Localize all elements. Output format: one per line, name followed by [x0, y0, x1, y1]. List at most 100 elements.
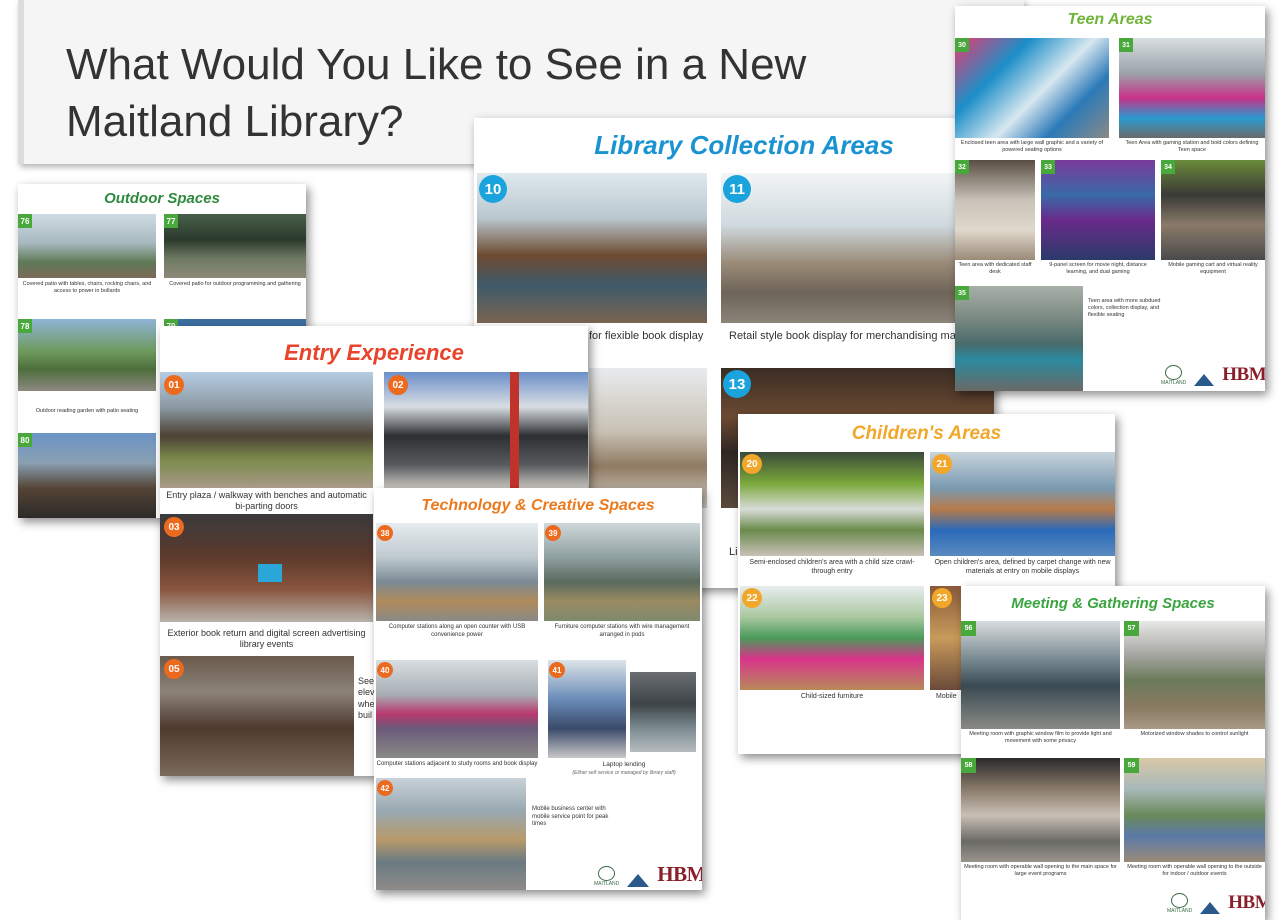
- children-photo-20: [740, 452, 924, 556]
- teen-photo-35: [955, 286, 1083, 391]
- teen-title: Teen Areas: [1067, 11, 1153, 28]
- outdoor-title: Outdoor Spaces: [104, 190, 220, 207]
- teen-badge-30: 30: [955, 38, 969, 52]
- teen-photo-34: [1161, 160, 1265, 260]
- children-photo-21: [930, 452, 1115, 556]
- outdoor-caption-76: Covered patio with tables, chairs, rocki…: [22, 281, 152, 294]
- collection-badge-10: 10: [479, 175, 507, 203]
- teen-photo-31: [1119, 38, 1265, 138]
- teen-logo: MAITLAND HBM: [1161, 364, 1265, 386]
- tech-badge-40: 40: [377, 662, 393, 678]
- tech-caption-38: Computer stations along an open counter …: [388, 624, 526, 638]
- outdoor-photo-77: [164, 214, 306, 278]
- teen-caption-30: Enclosed teen area with large wall graph…: [960, 140, 1104, 153]
- teen-caption-34: Mobile gaming cart and virtual reality e…: [1168, 262, 1258, 275]
- maitland-logo: MAITLAND: [1161, 365, 1186, 386]
- hbm-mountain-icon: [1200, 902, 1221, 914]
- tech-badge-41: 41: [549, 662, 565, 678]
- maitland-logo: MAITLAND: [1167, 893, 1192, 914]
- meeting-badge-58: 58: [961, 758, 976, 773]
- tech-badge-42: 42: [377, 780, 393, 796]
- tech-subcaption-41: (Either self service or managed by libra…: [572, 770, 676, 776]
- teen-badge-33: 33: [1041, 160, 1055, 174]
- collection-badge-11: 11: [723, 175, 751, 203]
- outdoor-badge-78: 78: [18, 319, 32, 333]
- teen-caption-35: Teen area with more subdued colors, coll…: [1088, 298, 1161, 318]
- entry-photo-02: [384, 372, 588, 488]
- teen-badge-31: 31: [1119, 38, 1133, 52]
- children-caption-21: Open children's area, defined by carpet …: [934, 559, 1111, 575]
- maitland-logo: MAITLAND: [594, 866, 619, 887]
- entry-badge-02: 02: [388, 375, 408, 395]
- tech-photo-42: [376, 778, 526, 890]
- meeting-caption-58: Meeting room with operable wall opening …: [964, 864, 1117, 877]
- hbm-logo: HBM: [1228, 892, 1265, 913]
- children-caption-20: Semi-enclosed children's area with a chi…: [749, 559, 915, 575]
- teen-areas-slide: Teen Areas 30 Enclosed teen area with la…: [955, 6, 1265, 391]
- collection-title: Library Collection Areas: [594, 130, 894, 160]
- entry-photo-01: [160, 372, 373, 488]
- meeting-photo-56: [961, 621, 1120, 729]
- meeting-caption-59: Meeting room with operable wall opening …: [1127, 864, 1262, 877]
- collection-photo-10: [477, 173, 707, 323]
- entry-badge-03: 03: [164, 517, 184, 537]
- tech-badge-38: 38: [377, 525, 393, 541]
- entry-screen: [258, 564, 282, 582]
- teen-photo-32: [955, 160, 1035, 260]
- outdoor-badge-77: 77: [164, 214, 178, 228]
- entry-badge-05: 05: [164, 659, 184, 679]
- meeting-caption-56: Meeting room with graphic window film to…: [969, 731, 1112, 744]
- tech-badge-39: 39: [545, 525, 561, 541]
- tech-caption-41: Laptop lending: [602, 761, 646, 768]
- collection-photo-11: [721, 173, 994, 323]
- tech-logo: MAITLAND HBM: [594, 862, 702, 887]
- tech-photo-41b: [630, 672, 696, 752]
- meeting-photo-58: [961, 758, 1120, 862]
- collection-caption-10: for flexible book display: [589, 330, 704, 342]
- teen-badge-34: 34: [1161, 160, 1175, 174]
- meeting-caption-57: Motorized window shades to control sunli…: [1140, 731, 1249, 737]
- intro-title-line2: Maitland Library?: [66, 97, 404, 146]
- meeting-spaces-slide: Meeting & Gathering Spaces 56 Meeting ro…: [961, 586, 1265, 920]
- tech-photo-39: [544, 523, 700, 621]
- meeting-logo: MAITLAND HBM: [1167, 892, 1265, 914]
- tech-caption-42: Mobile business center with mobile servi…: [532, 806, 609, 827]
- meeting-title: Meeting & Gathering Spaces: [1011, 595, 1215, 612]
- teen-caption-33: 9-panel screen for movie night, distance…: [1049, 262, 1147, 275]
- entry-title: Entry Experience: [284, 340, 464, 365]
- meeting-badge-57: 57: [1124, 621, 1139, 636]
- children-badge-20: 20: [742, 454, 762, 474]
- teen-photo-30: [955, 38, 1109, 138]
- children-title: Children's Areas: [851, 423, 1002, 444]
- tech-spaces-slide: Technology & Creative Spaces 38 Computer…: [374, 488, 702, 890]
- teen-photo-33: [1041, 160, 1155, 260]
- entry-badge-01: 01: [164, 375, 184, 395]
- outdoor-caption-77: Covered patio for outdoor programming an…: [169, 281, 301, 287]
- children-badge-22: 22: [742, 588, 762, 608]
- hbm-mountain-icon: [627, 874, 650, 887]
- meeting-photo-57: [1124, 621, 1265, 729]
- tech-title: Technology & Creative Spaces: [421, 497, 655, 514]
- children-photo-22: [740, 586, 924, 690]
- hbm-logo: HBM: [1222, 364, 1265, 385]
- entry-caption-03: Exterior book return and digital screen …: [167, 628, 366, 650]
- outdoor-badge-80: 80: [18, 433, 32, 447]
- meeting-badge-56: 56: [961, 621, 976, 636]
- tech-photo-38: [376, 523, 538, 621]
- outdoor-photo-76: [18, 214, 156, 278]
- tech-photo-40: [376, 660, 538, 758]
- intro-title-line1: What Would You Like to See in a New: [66, 40, 807, 89]
- entry-caption-01: Entry plaza / walkway with benches and a…: [166, 490, 367, 512]
- tech-caption-39: Furniture computer stations with wire ma…: [554, 624, 690, 638]
- hbm-mountain-icon: [1194, 374, 1215, 386]
- meeting-badge-59: 59: [1124, 758, 1139, 773]
- children-badge-21: 21: [932, 454, 952, 474]
- collection-badge-13: 13: [723, 370, 751, 398]
- children-caption-22: Child-sized furniture: [800, 693, 864, 700]
- outdoor-caption-78: Outdoor reading garden with patio seatin…: [35, 408, 139, 414]
- teen-badge-35: 35: [955, 286, 969, 300]
- teen-caption-31: Teen Area with gaming station and bold c…: [1125, 140, 1259, 153]
- teen-caption-32: Teen area with dedicated staff desk: [958, 262, 1032, 275]
- tech-caption-40: Computer stations adjacent to study room…: [376, 761, 538, 767]
- hbm-logo: HBM: [657, 862, 702, 886]
